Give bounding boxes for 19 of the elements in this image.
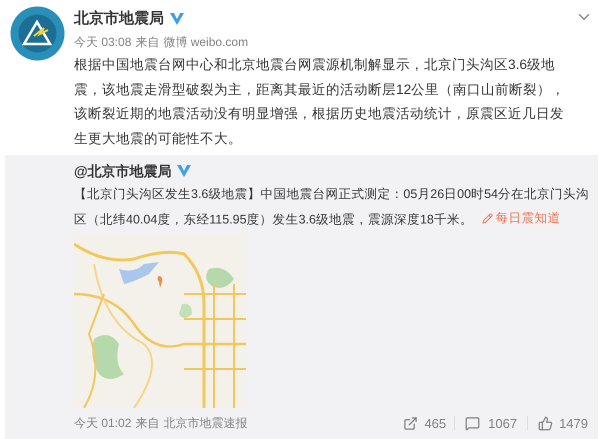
source-prefix: 来自: [135, 415, 160, 432]
author-name[interactable]: 北京市地震局: [74, 8, 164, 30]
post-source[interactable]: 微博 weibo.com: [163, 33, 248, 51]
topic-link[interactable]: 每日震知道: [482, 206, 560, 230]
like-button[interactable]: 1479: [528, 414, 588, 433]
repost-time[interactable]: 今天 01:02: [74, 414, 132, 432]
repost-author[interactable]: @北京市地震局: [74, 160, 172, 182]
avatar-logo-icon: [10, 6, 65, 61]
pencil-icon: [482, 212, 494, 224]
thumbs-up-icon: [538, 416, 554, 431]
repost-text: 【北京门头沟区发生3.6级地震】中国地震台网正式测定：05月26日00时54分在北京门头沟区（北纬40.04度，东经115.95度）发生3.6级地震，震源深度18千米。 每日震知道: [74, 182, 593, 232]
post-time[interactable]: 今天 03:08: [74, 33, 132, 51]
comment-button[interactable]: 1067: [455, 414, 528, 433]
post-text: 根据中国地震台网中心和北京地震台网震源机制解显示，北京门头沟区3.6级地震，该地震走滑型破裂为主，距离其最近的活动断层12公里（南口山前断裂），该断裂近期的地震活动没有明显增强，根据历史地震活动统计，原震区近几日发生更大地震的可能性不大。: [74, 56, 566, 148]
source-prefix: 来自: [135, 34, 160, 51]
share-button[interactable]: 465: [395, 414, 454, 433]
share-icon: [403, 416, 418, 431]
comment-icon: [465, 416, 480, 431]
repost-source[interactable]: 北京市地震速报: [163, 414, 248, 432]
